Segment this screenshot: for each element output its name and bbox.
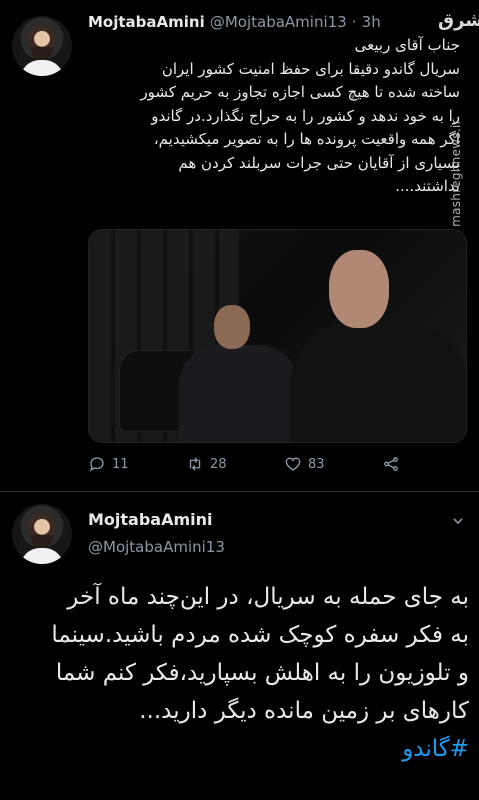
foreground-man-body [289, 320, 466, 442]
separator: · [351, 13, 357, 31]
avatar-beard [31, 535, 53, 549]
avatar[interactable] [12, 504, 72, 564]
avatar[interactable] [12, 16, 72, 76]
tweet-line: کارهای بر زمین مانده دیگر دارید... [139, 698, 469, 724]
avatar-beard [31, 47, 53, 61]
foreground-man-head [329, 250, 389, 328]
tweet-line: به جای حمله به سریال، در این‌چند ماه آخر [67, 584, 469, 610]
seated-man-body [179, 345, 299, 442]
watermark-logo: مشرق [438, 10, 479, 31]
reply-count: 11 [112, 456, 129, 472]
tweet-line: بسیاری از آقایان حتی جرات سربلند کردن هم [178, 153, 460, 172]
avatar-shirt [20, 548, 64, 564]
tweet-focused[interactable]: MojtabaAmini @MojtabaAmini13 به جای حمله… [0, 492, 479, 800]
tweet-image[interactable] [88, 229, 467, 443]
tweet-line: اگر همه واقعیت پرونده ها را به تصویر میک… [153, 130, 460, 148]
heart-icon [285, 457, 301, 471]
share-icon [384, 457, 398, 471]
reply-icon [89, 457, 104, 472]
display-name[interactable]: MojtabaAmini [88, 510, 213, 529]
watermark-url: mashreghnews.ir [449, 119, 463, 227]
share-button[interactable] [382, 452, 406, 476]
retweet-icon [189, 457, 201, 471]
tweet-line: به فکر سفره کوچک شده مردم باشید.سینما [51, 622, 469, 648]
tweet-line: ساخته شده تا هیچ کسی اجازه تجاوز به حریم… [140, 83, 460, 101]
avatar-shirt [20, 60, 64, 76]
like-count: 83 [308, 456, 325, 472]
display-name[interactable]: MojtabaAmini [88, 13, 205, 31]
tweet-line: و تلوزیون را به اهلش بسپارید،فکر کنم شما [55, 660, 469, 686]
retweet-count: 28 [210, 456, 227, 472]
tweet-original[interactable]: MojtabaAmini @MojtabaAmini13 · 3h جناب آ… [0, 0, 479, 492]
tweet-line: نداشتند.... [395, 177, 460, 195]
watermark: مشرق mashreghnews.ir [432, 6, 479, 276]
retweet-button[interactable]: 28 [186, 452, 227, 476]
tweet-text: به جای حمله به سریال، در این‌چند ماه آخر… [12, 578, 469, 768]
user-handle[interactable]: @MojtabaAmini13 [88, 538, 225, 556]
tweet-actions: 11 28 83 [88, 452, 418, 476]
tweet-line: جناب آقای ربیعی [354, 36, 460, 54]
like-button[interactable]: 83 [284, 452, 325, 476]
reply-button[interactable]: 11 [88, 452, 129, 476]
tweet-line: سریال گاندو دقیقا برای حفظ امنیت کشور ای… [161, 59, 460, 78]
chevron-down-icon[interactable] [452, 515, 464, 527]
hashtag-link[interactable]: #گاندو [12, 730, 469, 768]
seated-man-head [214, 305, 250, 349]
tweet-header: MojtabaAmini @MojtabaAmini13 · 3h [88, 12, 428, 31]
timestamp[interactable]: 3h [362, 13, 381, 31]
tweet-line: را به خود ندهد و کشور را به حراج نگذارد.… [151, 106, 460, 125]
tweet-text: جناب آقای ربیعی سریال گاندو دقیقا برای ح… [80, 34, 460, 199]
user-handle[interactable]: @MojtabaAmini13 [210, 13, 347, 31]
